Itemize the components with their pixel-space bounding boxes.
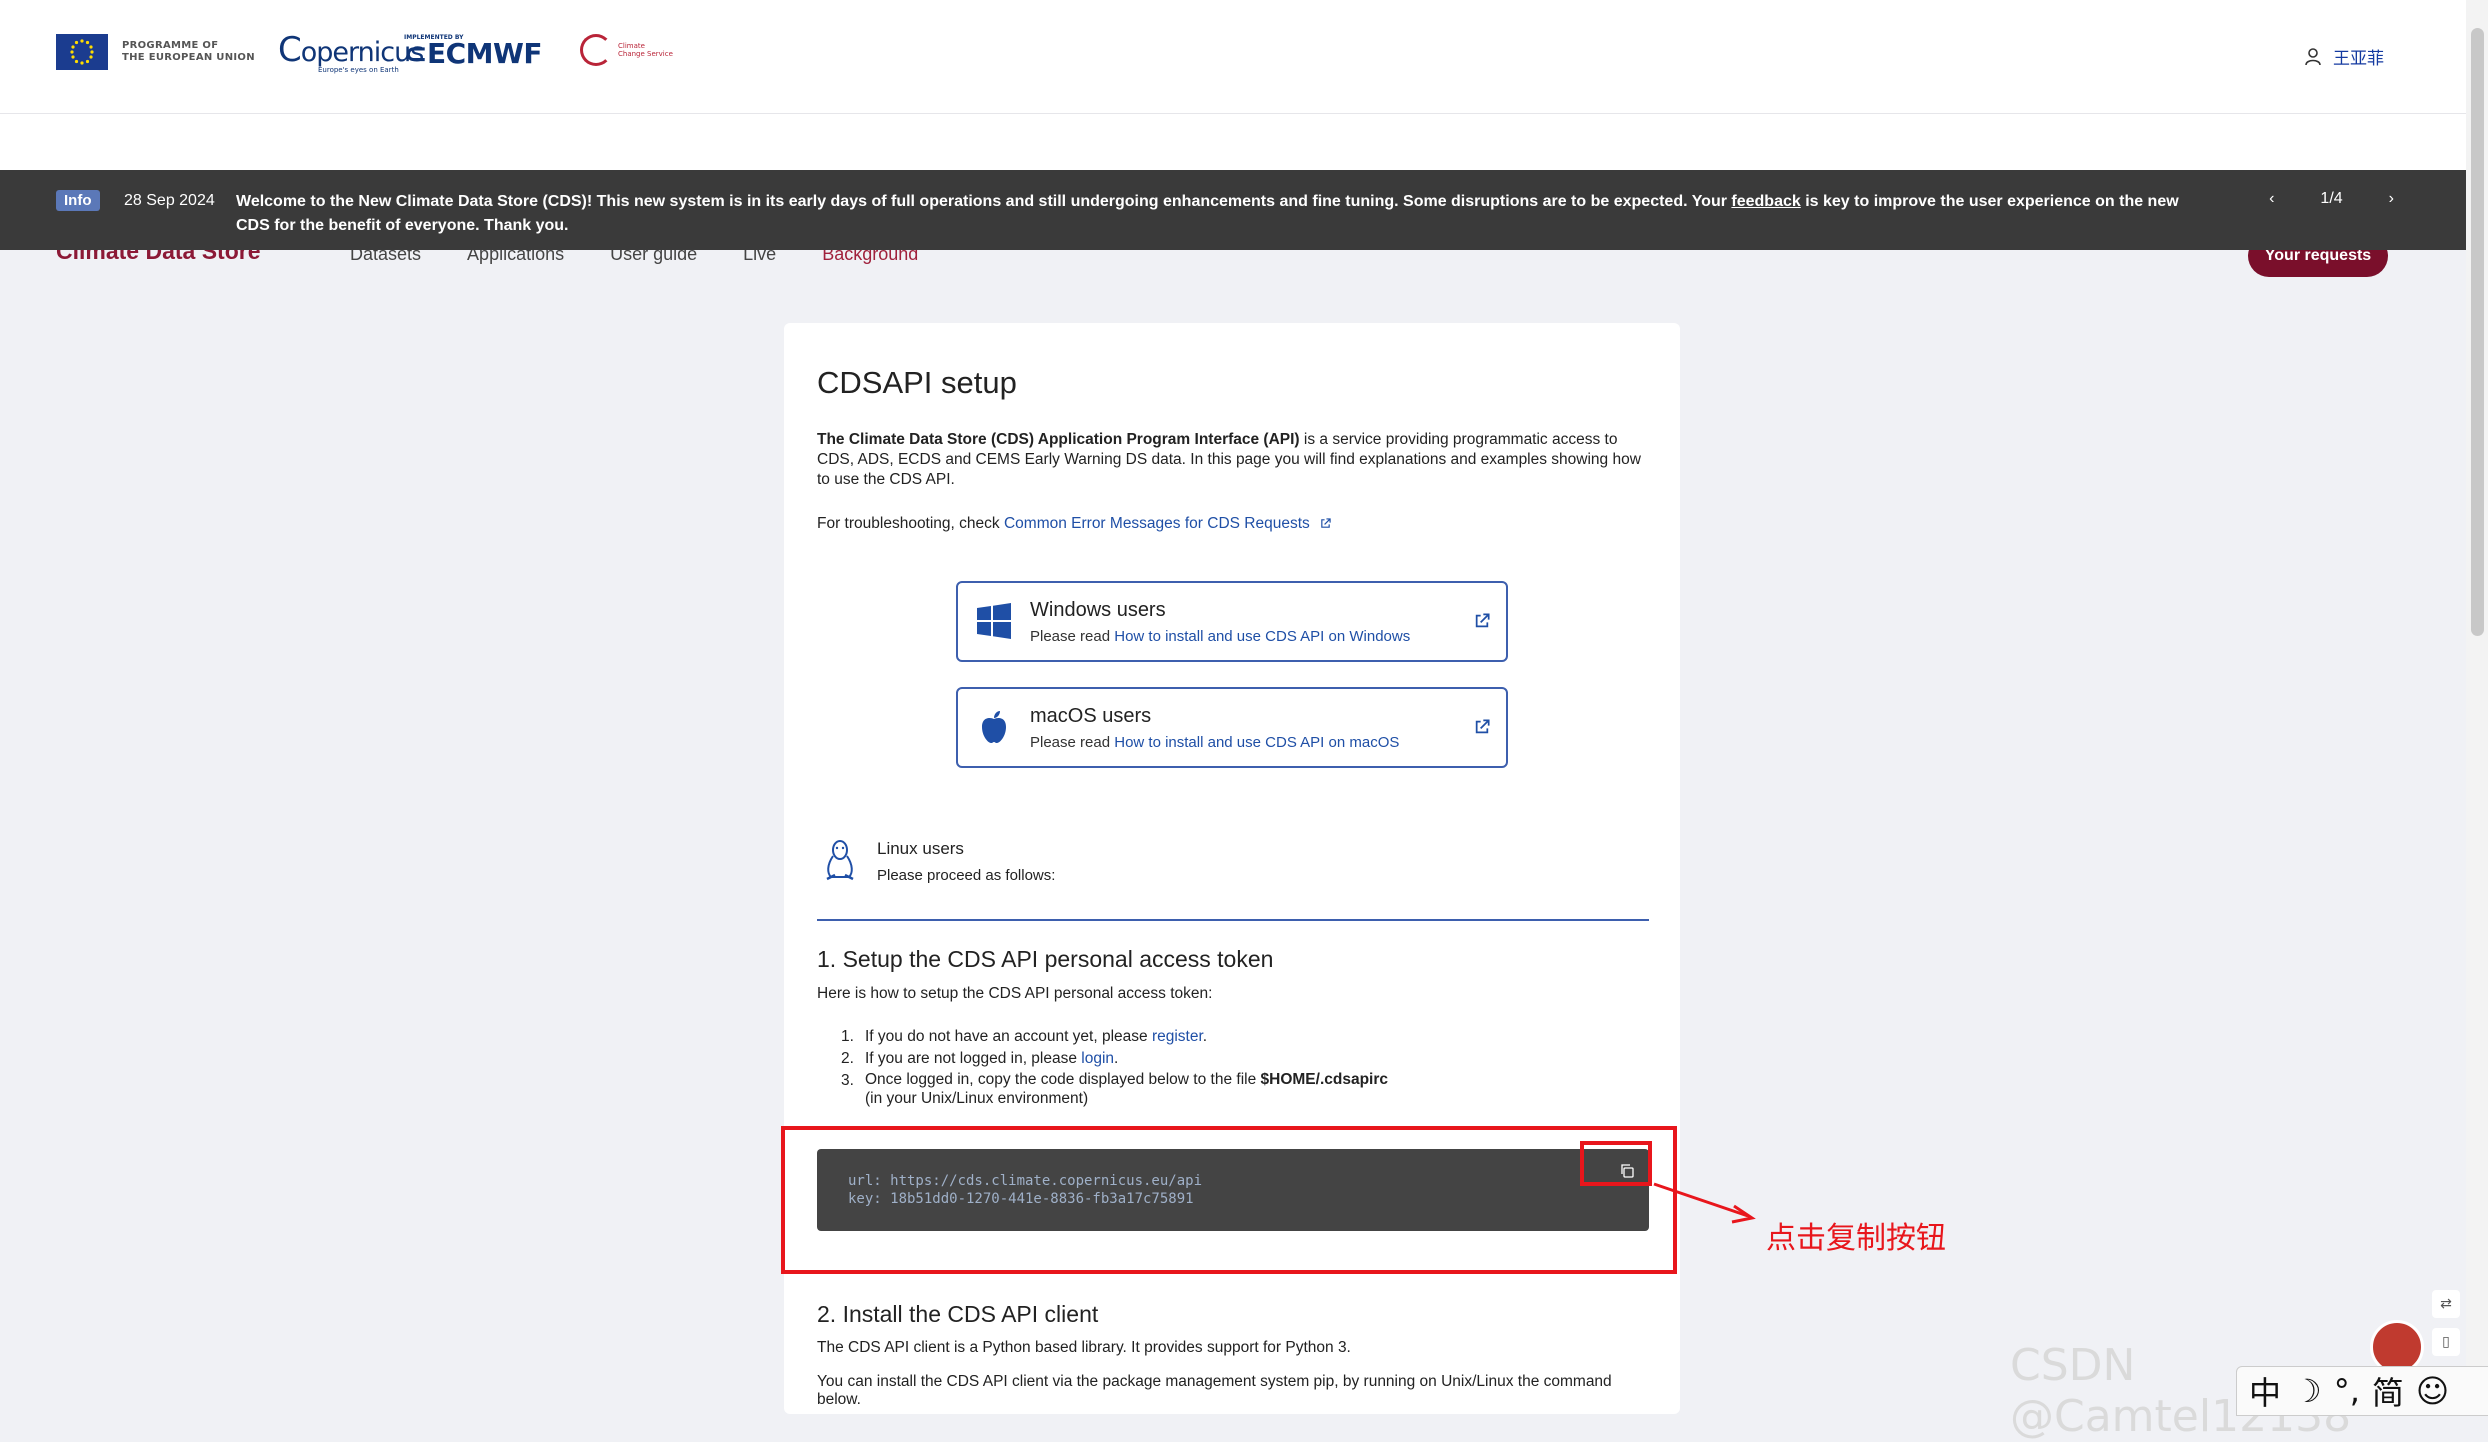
c3s-logo[interactable]: Climate Change Service (580, 34, 673, 66)
book-icon[interactable]: ▯ (2432, 1328, 2460, 1356)
external-link-icon (1475, 719, 1490, 734)
ime-punct-mode[interactable]: °, (2334, 1372, 2360, 1410)
linux-desc: Please proceed as follows: (877, 867, 1056, 884)
ime-chinese-mode[interactable]: 中 (2249, 1368, 2281, 1414)
page-title: CDSAPI setup (817, 365, 1017, 400)
user-menu[interactable]: 王亚菲 (2305, 44, 2384, 69)
info-next-button[interactable]: › (2389, 190, 2394, 208)
list-item: 3. Once logged in, copy the code displaye… (841, 1071, 1389, 1107)
scrollbar-thumb[interactable] (2471, 28, 2484, 636)
translate-icon[interactable]: ⇄ (2432, 1290, 2460, 1318)
info-prev-button[interactable]: ‹ (2269, 190, 2274, 208)
user-name[interactable]: 王亚菲 (2333, 44, 2384, 69)
annotation-highlight-box (781, 1126, 1677, 1274)
external-link-icon (1321, 518, 1331, 529)
section1-title: 1. Setup the CDS API personal access tok… (817, 946, 1274, 972)
macos-guide-link[interactable]: How to install and use CDS API on macOS (1114, 734, 1399, 751)
c3s-ring-icon (580, 34, 612, 66)
info-date: 28 Sep 2024 (124, 192, 215, 209)
scrollbar[interactable] (2466, 0, 2488, 1414)
intro-text: The Climate Data Store (CDS) Application… (817, 431, 1641, 488)
ecmwf-logo[interactable]: IMPLEMENTED BY ⊂ECMWF (404, 34, 543, 70)
copernicus-logo[interactable]: Copernicus Europe's eyes on Earth (278, 30, 424, 74)
annotation-text: 点击复制按钮 (1766, 1221, 1946, 1256)
section2-paragraph-2: You can install the CDS API client via t… (817, 1373, 1612, 1408)
linux-penguin-icon (826, 840, 854, 881)
windows-users-card[interactable]: Windows users Please read How to install… (956, 581, 1508, 662)
section2-title: 2. Install the CDS API client (817, 1301, 1099, 1327)
linux-title: Linux users (877, 839, 964, 858)
info-badge: Info (56, 190, 100, 211)
eu-flag-icon (56, 34, 108, 70)
section2-paragraph-1: The CDS API client is a Python based lib… (817, 1339, 1351, 1356)
linux-users-section: Linux users Please proceed as follows: (817, 833, 1649, 921)
windows-icon (977, 603, 1011, 639)
main-nav: Climate Data Store Datasets Applications… (0, 113, 2466, 277)
ime-emoji-icon[interactable]: ☺ (2416, 1372, 2449, 1410)
macos-card-desc: Please read How to install and use CDS A… (1030, 734, 1400, 751)
user-icon (2305, 47, 2321, 65)
external-link-icon (1475, 613, 1490, 628)
info-pager: ‹ 1/4 › (2269, 190, 2394, 208)
top-header: PROGRAMME OF THE EUROPEAN UNION Copernic… (0, 0, 2466, 113)
ime-moon-icon[interactable]: ☽ (2293, 1372, 2322, 1410)
list-item: 2. If you are not logged in, please login… (841, 1050, 1119, 1067)
side-tool-buttons: ⇄ ▯ (2432, 1290, 2460, 1366)
error-messages-link[interactable]: Common Error Messages for CDS Requests (1004, 515, 1310, 532)
info-message: Welcome to the New Climate Data Store (C… (236, 193, 2179, 234)
ime-toolbar[interactable]: 中 ☽ °, 简 ☺ (2236, 1366, 2488, 1416)
apple-icon (982, 711, 1006, 743)
info-page-indicator: 1/4 (2320, 190, 2343, 207)
annotation-arrow-icon (1653, 1182, 1756, 1224)
windows-guide-link[interactable]: How to install and use CDS API on Window… (1114, 628, 1410, 645)
macos-users-card[interactable]: macOS users Please read How to install a… (956, 687, 1508, 768)
feedback-link[interactable]: feedback (1731, 193, 1800, 210)
eu-logo-text: PROGRAMME OF THE EUROPEAN UNION (122, 40, 255, 63)
windows-card-title: Windows users (1030, 599, 1166, 621)
macos-card-title: macOS users (1030, 705, 1152, 727)
troubleshooting-text: For troubleshooting, check Common Error … (817, 515, 1331, 533)
list-item: 1. If you do not have an account yet, ple… (841, 1028, 1208, 1045)
section1-intro: Here is how to setup the CDS API persona… (817, 985, 1213, 1002)
login-link[interactable]: login (1081, 1050, 1114, 1067)
ime-simplified-mode[interactable]: 简 (2372, 1368, 2404, 1414)
setup-steps-list: 1. If you do not have an account yet, ple… (841, 1026, 1388, 1108)
annotation-copy-highlight (1580, 1141, 1652, 1186)
register-link[interactable]: register (1152, 1028, 1203, 1045)
info-banner: Info 28 Sep 2024 Welcome to the New Clim… (0, 170, 2466, 250)
eu-logo[interactable]: PROGRAMME OF THE EUROPEAN UNION (56, 34, 255, 70)
windows-card-desc: Please read How to install and use CDS A… (1030, 628, 1411, 645)
